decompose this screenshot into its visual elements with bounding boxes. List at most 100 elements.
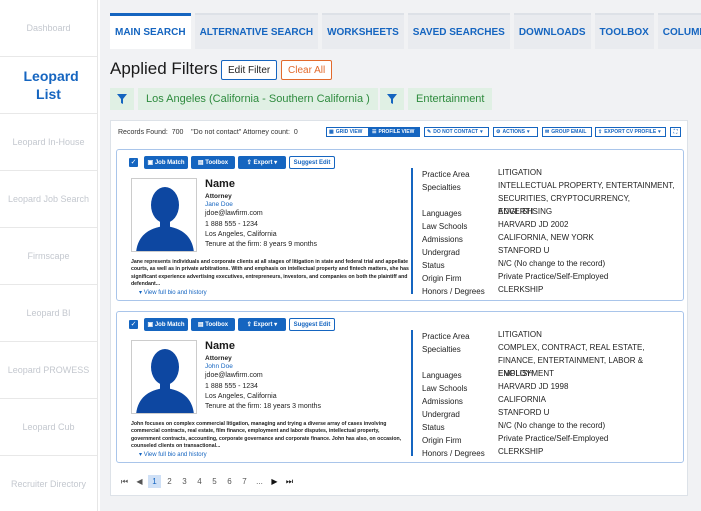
edit-filter-button[interactable]: Edit Filter — [221, 60, 278, 80]
tab-downloads[interactable]: DOWNLOADS — [513, 13, 591, 49]
select-checkbox[interactable]: ✓ — [129, 320, 138, 329]
attorney-display-name[interactable]: Jane Doe — [205, 201, 233, 208]
applied-filters-title: Applied Filters — [110, 59, 218, 78]
attorney-location: Los Angeles, California — [205, 393, 277, 400]
list-icon: ☰ — [372, 129, 377, 135]
sidebar-item-leopard-job-search[interactable]: Leopard Job Search — [0, 171, 97, 228]
tab-alternative-search[interactable]: ALTERNATIVE SEARCH — [194, 13, 319, 49]
prev-page-icon[interactable]: ◀ — [133, 475, 146, 488]
job-match-label: Job Match — [154, 159, 185, 166]
detail-value: HARVARD JD 2002 — [498, 220, 569, 229]
sidebar-item-firmscape[interactable]: Firmscape — [0, 228, 97, 285]
detail-value: STANFORD U — [498, 246, 550, 255]
actions-button[interactable]: ⚙ ACTIONS ▾ — [493, 127, 538, 137]
export-button[interactable]: ⇪ Export ▾ — [238, 318, 286, 331]
filter-icon — [110, 88, 134, 110]
export-cv-button[interactable]: ⇪ EXPORT CV PROFILE ▾ — [595, 127, 666, 137]
job-match-button[interactable]: ▣ Job Match — [144, 318, 188, 331]
sidebar-item-label: Leopard PROWESS — [7, 364, 90, 375]
detail-label: Specialties — [422, 345, 461, 354]
filter-chip-location[interactable]: Los Angeles (California - Southern Calif… — [110, 88, 378, 110]
detail-value: CLERKSHIP — [498, 447, 544, 456]
detail-value: LITIGATION — [498, 168, 542, 177]
grid-view-button[interactable]: ▦ GRID VIEW — [326, 127, 369, 137]
toolbox-icon: ▤ — [197, 322, 206, 328]
sidebar-item-recruiter-directory[interactable]: Recruiter Directory — [0, 456, 97, 511]
detail-value: LITIGATION — [498, 330, 542, 339]
tab-toolbox[interactable]: TOOLBOX — [594, 13, 654, 49]
page-number[interactable]: 1 — [148, 475, 161, 488]
first-page-icon[interactable]: ⏮ — [118, 475, 131, 488]
sidebar-item-leopard-cub[interactable]: Leopard Cub — [0, 399, 97, 456]
pagination: ⏮ ◀ 1 2 3 4 5 6 7... ▶ ⏭ — [118, 475, 296, 488]
sidebar-item-dashboard[interactable]: Dashboard — [0, 0, 97, 57]
briefcase-icon: ▣ — [147, 322, 155, 328]
attorney-tenure: Tenure at the firm: 18 years 3 months — [205, 403, 321, 410]
sidebar-item-label: Leopard In-House — [12, 136, 85, 147]
tab-main-search[interactable]: MAIN SEARCH — [110, 13, 191, 49]
toolbox-button[interactable]: ▤ Toolbox — [191, 318, 235, 331]
suggest-edit-button[interactable]: Suggest Edit — [289, 156, 335, 169]
fullscreen-button[interactable]: ⛶ — [670, 127, 681, 137]
select-checkbox[interactable]: ✓ — [129, 158, 138, 167]
suggest-edit-button[interactable]: Suggest Edit — [289, 318, 335, 331]
attorney-bio: Jane represents individuals and corporat… — [131, 259, 409, 288]
tab-column-settings[interactable]: COLUMN SETTINGS — [657, 13, 701, 49]
attorney-tenure: Tenure at the firm: 8 years 9 months — [205, 241, 318, 248]
page-number[interactable]: 5 — [208, 475, 221, 488]
toolbox-button[interactable]: ▤ Toolbox — [191, 156, 235, 169]
view-full-bio-link[interactable]: ▾ View full bio and history — [139, 451, 207, 458]
chevron-down-icon: ▾ — [480, 129, 483, 135]
sidebar-item-leopard-list[interactable]: Leopard List — [0, 57, 97, 114]
page-number[interactable]: 7 — [238, 475, 251, 488]
detail-label: Specialties — [422, 183, 461, 192]
records-summary: Records Found: 700 "Do not contact" Atto… — [118, 129, 298, 136]
page-number[interactable]: 4 — [193, 475, 206, 488]
page-number[interactable]: 6 — [223, 475, 236, 488]
attorney-display-name[interactable]: John Doe — [205, 363, 233, 370]
detail-value: N/C (No change to the record) — [498, 421, 606, 430]
filter-chip-label: Entertainment — [408, 88, 493, 110]
export-button[interactable]: ⇪ Export ▾ — [238, 156, 286, 169]
group-email-button[interactable]: ✉ GROUP EMAIL — [542, 127, 592, 137]
view-full-bio-link[interactable]: ▾ View full bio and history — [139, 289, 207, 296]
clear-all-button[interactable]: Clear All — [281, 60, 333, 80]
detail-label: Practice Area — [422, 332, 470, 341]
attorney-email[interactable]: jdoe@lawfirm.com — [205, 372, 263, 379]
detail-label: Honors / Degrees — [422, 287, 485, 296]
detail-label: Practice Area — [422, 170, 470, 179]
detail-label: Origin Firm — [422, 436, 462, 445]
toolbox-label: Toolbox — [205, 321, 229, 328]
page-ellipsis[interactable]: ... — [253, 475, 266, 488]
view-full-bio-label: View full bio and history — [143, 452, 207, 458]
page-number[interactable]: 2 — [163, 475, 176, 488]
next-page-icon[interactable]: ▶ — [268, 475, 281, 488]
tab-worksheets[interactable]: WORKSHEETS — [322, 13, 404, 49]
sidebar-item-leopard-bi[interactable]: Leopard BI — [0, 285, 97, 342]
attorney-phone: 1 888 555 - 1234 — [205, 383, 258, 390]
do-not-contact-button[interactable]: ✎ DO NOT CONTACT ▾ — [424, 127, 489, 137]
detail-label: Undergrad — [422, 248, 460, 257]
detail-label: Admissions — [422, 235, 463, 244]
detail-label: Languages — [422, 371, 462, 380]
filter-chip-practice[interactable]: Entertainment — [380, 88, 493, 110]
job-match-button[interactable]: ▣ Job Match — [144, 156, 188, 169]
results-panel: Records Found: 700 "Do not contact" Atto… — [110, 120, 688, 496]
records-found-label: Records Found: — [118, 129, 168, 136]
grid-view-label: GRID VIEW — [335, 129, 363, 135]
chevron-down-icon: ▾ — [658, 129, 661, 135]
sidebar-item-leopard-in-house[interactable]: Leopard In-House — [0, 114, 97, 171]
profile-view-button[interactable]: ☰ PROFILE VIEW — [369, 127, 420, 137]
sidebar-item-label: Leopard Job Search — [7, 193, 90, 204]
attorney-email[interactable]: jdoe@lawfirm.com — [205, 210, 263, 217]
last-page-icon[interactable]: ⏭ — [283, 475, 296, 488]
sidebar-item-label: Firmscape — [27, 250, 70, 261]
detail-label: Origin Firm — [422, 274, 462, 283]
page-number[interactable]: 3 — [178, 475, 191, 488]
detail-value: CALIFORNIA, NEW YORK — [498, 233, 594, 242]
detail-value: Private Practice/Self-Employed — [498, 434, 609, 443]
sidebar-item-leopard-prowess[interactable]: Leopard PROWESS — [0, 342, 97, 399]
chevron-down-icon: ▾ — [272, 160, 278, 166]
export-cv-label: EXPORT CV PROFILE — [604, 129, 657, 135]
tab-saved-searches[interactable]: SAVED SEARCHES — [407, 13, 510, 49]
